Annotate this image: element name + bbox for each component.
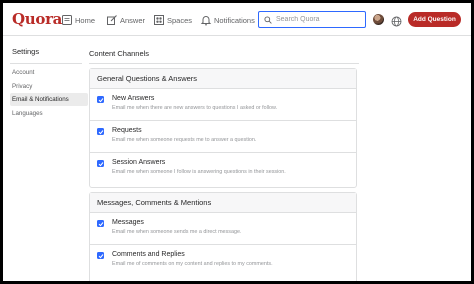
list-item: Comments and Replies Email me of comment… [90, 245, 356, 277]
content-divider [89, 63, 359, 64]
page-title: Content Channels [89, 49, 150, 58]
nav-notifications-label: Notifications [214, 15, 255, 25]
settings-section-messages: Messages, Comments & Mentions Messages E… [89, 192, 357, 281]
nav-answer-label: Answer [120, 15, 146, 25]
session-answers-checkbox[interactable] [97, 160, 104, 167]
option-description: Email me when someone I follow is answer… [112, 169, 286, 175]
option-title: Requests [112, 127, 142, 134]
check-icon [98, 97, 103, 102]
option-description: Email me when someone requests me to ans… [112, 137, 257, 143]
sidebar-title: Settings [12, 47, 40, 56]
option-description: Email me of comments on my content and r… [112, 261, 273, 267]
top-nav-bar: Quora Home Answer Spaces Notifications S… [3, 3, 471, 36]
section-heading: Messages, Comments & Mentions [90, 193, 356, 213]
list-item: Messages Email me when someone sends me … [90, 213, 356, 245]
nav-notifications[interactable]: Notifications [200, 12, 255, 28]
sidebar-item-account[interactable]: Account [10, 66, 88, 79]
list-item: New Answers Email me when there are new … [90, 89, 356, 121]
option-title: New Answers [112, 95, 155, 102]
settings-section-general: General Questions & Answers New Answers … [89, 68, 357, 188]
avatar[interactable] [373, 14, 384, 25]
settings-sidebar: Settings Account Privacy Email & Notific… [10, 47, 88, 120]
search-icon [264, 11, 272, 29]
new-answers-checkbox[interactable] [97, 96, 104, 103]
quora-logo[interactable]: Quora [12, 10, 62, 28]
bell-icon [200, 14, 212, 26]
comments-replies-checkbox[interactable] [97, 252, 104, 259]
app-window: Quora Home Answer Spaces Notifications S… [3, 3, 471, 281]
check-icon [98, 129, 103, 134]
spaces-icon [153, 14, 165, 26]
sidebar-item-email-notifications[interactable]: Email & Notifications [10, 93, 88, 106]
messages-checkbox[interactable] [97, 220, 104, 227]
add-question-button[interactable]: Add Question [408, 12, 461, 27]
option-title: Comments and Replies [112, 251, 185, 258]
language-globe-icon[interactable] [391, 14, 402, 27]
sidebar-divider [10, 63, 82, 64]
answer-icon [106, 14, 118, 26]
option-title: Messages [112, 219, 144, 226]
nav-home[interactable]: Home [61, 12, 95, 28]
nav-answer[interactable]: Answer [106, 12, 145, 28]
nav-spaces[interactable]: Spaces [153, 12, 192, 28]
list-item: Requests Email me when someone requests … [90, 121, 356, 153]
nav-spaces-label: Spaces [167, 15, 193, 25]
check-icon [98, 161, 103, 166]
check-icon [98, 253, 103, 258]
sidebar-item-privacy[interactable]: Privacy [10, 80, 88, 93]
search-input[interactable] [276, 16, 364, 23]
nav-home-label: Home [75, 15, 96, 25]
option-description: Email me when there are new answers to q… [112, 105, 278, 111]
requests-checkbox[interactable] [97, 128, 104, 135]
check-icon [98, 221, 103, 226]
home-icon [61, 14, 73, 26]
option-title: Session Answers [112, 159, 166, 166]
section-heading: General Questions & Answers [90, 69, 356, 89]
option-description: Email me when someone sends me a direct … [112, 229, 242, 235]
sidebar-item-languages[interactable]: Languages [10, 107, 88, 120]
list-item: Session Answers Email me when someone I … [90, 153, 356, 185]
search-box[interactable] [258, 11, 366, 28]
